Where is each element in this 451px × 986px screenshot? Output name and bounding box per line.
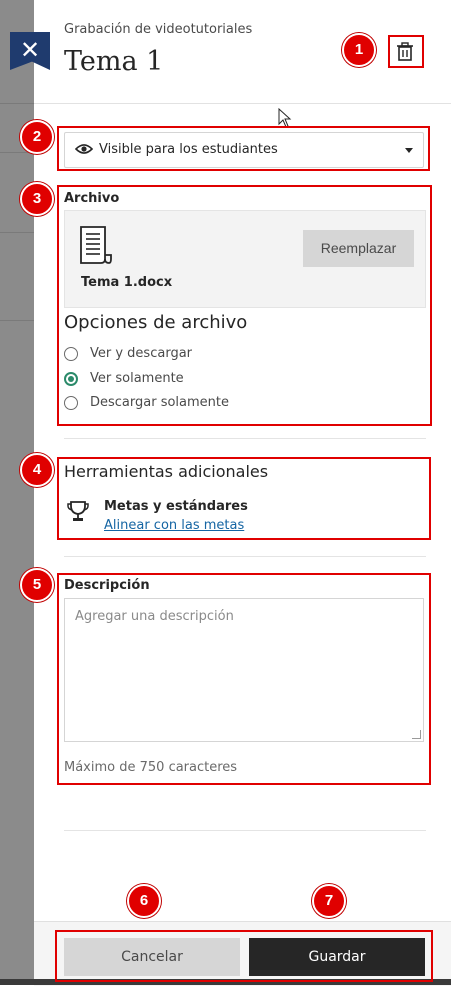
highlight-box-1 bbox=[388, 35, 424, 68]
annotation-badge-1: 1 bbox=[342, 33, 376, 67]
section-divider bbox=[64, 556, 426, 557]
annotation-badge-5: 5 bbox=[20, 568, 54, 602]
highlight-box-6-7 bbox=[55, 930, 433, 982]
course-subtitle: Grabación de videotutoriales bbox=[64, 22, 253, 37]
mouse-cursor-icon bbox=[278, 108, 292, 128]
annotation-badge-3: 3 bbox=[20, 182, 54, 216]
page-title: Tema 1 bbox=[64, 46, 164, 77]
annotation-badge-4: 4 bbox=[20, 453, 54, 487]
background-divider bbox=[0, 232, 34, 233]
section-divider bbox=[64, 830, 426, 831]
highlight-box-5 bbox=[57, 573, 431, 785]
header-divider bbox=[34, 103, 451, 104]
background-divider bbox=[0, 320, 34, 321]
section-divider bbox=[64, 438, 426, 439]
close-icon: ✕ bbox=[19, 36, 41, 64]
highlight-box-3 bbox=[57, 185, 432, 426]
annotation-badge-2: 2 bbox=[20, 120, 54, 154]
highlight-box-4 bbox=[57, 457, 431, 540]
annotation-badge-6: 6 bbox=[127, 884, 161, 918]
annotation-badge-7: 7 bbox=[312, 884, 346, 918]
background-divider bbox=[0, 103, 34, 104]
highlight-box-2 bbox=[57, 126, 430, 171]
